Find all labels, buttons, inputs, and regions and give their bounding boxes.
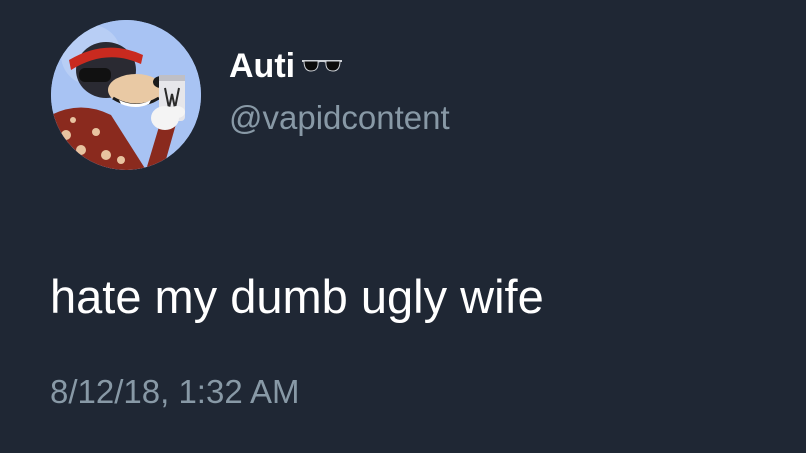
avatar-image bbox=[51, 20, 201, 170]
author-row: Auti bbox=[229, 46, 343, 86]
tweet-timestamp[interactable]: 8/12/18, 1:32 AM bbox=[50, 372, 300, 412]
tweet-text: hate my dumb ugly wife bbox=[50, 270, 544, 323]
display-name[interactable]: Auti bbox=[229, 46, 295, 86]
avatar[interactable] bbox=[51, 20, 201, 170]
tweet-card: Auti @vapidcontent hate my dumb ugly wif… bbox=[0, 0, 806, 453]
user-handle[interactable]: @vapidcontent bbox=[229, 98, 450, 138]
sunglasses-icon bbox=[301, 58, 343, 79]
